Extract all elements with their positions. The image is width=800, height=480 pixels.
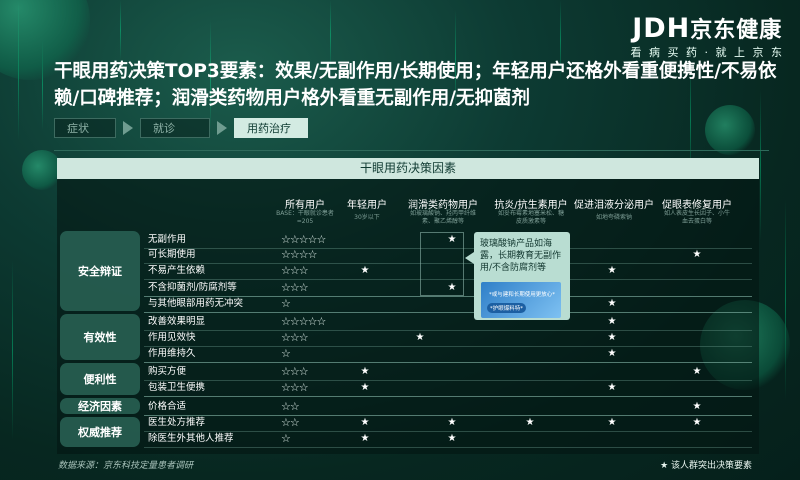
category-economy: 经济因素	[60, 398, 140, 414]
product-caption: *或与建和长期使用更放心*	[489, 292, 556, 298]
highlight-star-icon: ★	[692, 366, 702, 377]
logo-cn: 京东健康	[690, 18, 783, 43]
highlight-star-icon: ★	[447, 433, 457, 444]
row-label: 不含抑菌剂/防腐剂等	[148, 282, 237, 293]
highlight-star-icon: ★	[360, 433, 370, 444]
column-header: 润滑类药物用户	[408, 200, 478, 211]
highlight-star-icon: ★	[360, 382, 370, 393]
star-rating: ☆☆	[281, 416, 300, 429]
row-divider	[144, 330, 752, 331]
highlight-star-icon: ★	[607, 417, 617, 428]
column-subtitle: 如地夸磷索钠	[595, 214, 632, 221]
row-divider	[144, 396, 752, 397]
row-label: 价格合适	[148, 401, 187, 412]
decorative-orb	[22, 150, 62, 190]
star-rating: ☆	[281, 347, 291, 360]
decorative-orb	[705, 105, 755, 155]
journey-steps: 症状 就诊 用药治疗	[54, 118, 308, 138]
star-rating: ☆☆☆	[281, 331, 309, 344]
highlight-star-icon: ★	[360, 417, 370, 428]
highlight-star-icon: ★	[692, 417, 702, 428]
data-source: 数据来源：京东科技定量患者调研	[58, 461, 194, 471]
callout-pointer	[465, 252, 474, 264]
star-rating: ☆	[281, 432, 291, 445]
step-arrow-icon	[123, 121, 133, 135]
star-rating: ☆☆☆☆☆	[281, 233, 326, 246]
row-label: 可长期使用	[148, 249, 196, 260]
highlight-star-icon: ★	[692, 249, 702, 260]
logo-text: JDH	[632, 13, 691, 44]
column-subtitle: 30岁以下	[354, 214, 380, 221]
row-label: 包装卫生便携	[148, 382, 206, 393]
highlight-box	[420, 232, 464, 296]
star-rating: ☆☆☆	[281, 281, 309, 294]
highlight-star-icon: ★	[525, 417, 535, 428]
highlight-star-icon: ★	[607, 332, 617, 343]
product-badge: *护眼爆料特*	[487, 303, 527, 313]
row-label: 无副作用	[148, 234, 187, 245]
star-rating: ☆	[281, 297, 291, 310]
row-divider	[144, 362, 752, 363]
step-arrow-icon	[217, 121, 227, 135]
highlight-star-icon: ★	[607, 348, 617, 359]
page-title: 干眼用药决策TOP3要素：效果/无副作用/长期使用；年轻用户还格外看重便携性/不…	[54, 61, 777, 109]
star-rating: ☆☆☆☆	[281, 248, 317, 261]
highlight-star-icon: ★	[607, 298, 617, 309]
column-header: 促进泪液分泌用户	[574, 200, 654, 211]
row-label: 购买方便	[148, 366, 187, 377]
category-efficacy: 有效性	[60, 314, 140, 360]
highlight-star-icon: ★	[607, 265, 617, 276]
star-rating: ☆☆☆	[281, 365, 309, 378]
step-medication: 用药治疗	[234, 118, 308, 138]
column-subtitle: BASE：干眼就诊患者=205	[276, 210, 334, 225]
category-convenience: 便利性	[60, 363, 140, 395]
column-header: 抗炎/抗生素用户	[494, 200, 568, 211]
highlight-star-icon: ★	[607, 316, 617, 327]
step-symptom: 症状	[54, 118, 116, 138]
table-title: 干眼用药决策因素	[57, 158, 759, 179]
category-authority: 权威推荐	[60, 417, 140, 447]
highlight-star-icon: ★	[692, 401, 702, 412]
column-subtitle: 如人表皮生长因子、小牛血去蛋白等	[663, 210, 730, 225]
row-divider	[144, 346, 752, 347]
divider	[54, 150, 769, 151]
column-subtitle: 如妥布霉素地塞米松、糖皮质激素等	[497, 210, 564, 225]
star-rating: ☆☆	[281, 400, 300, 413]
highlight-star-icon: ★	[360, 366, 370, 377]
star-rating: ☆☆☆☆☆	[281, 315, 326, 328]
column-subtitle: 如玻璃酸钠、羟丙甲纤维素、聚乙烯醇等	[409, 210, 476, 225]
star-rating: ☆☆☆	[281, 264, 309, 277]
star-rating: ☆☆☆	[281, 381, 309, 394]
callout-text: 玻璃酸钠产品如海露，长期教育无副作用/不含防腐剂等	[480, 239, 562, 273]
row-label: 除医生外其他人推荐	[148, 433, 234, 444]
highlight-star-icon: ★	[607, 382, 617, 393]
jdh-logo: JDH京东健康 看 病 买 药 · 就 上 京 东	[631, 12, 784, 60]
row-label: 作用见效快	[148, 332, 196, 343]
highlight-star-icon: ★	[447, 417, 457, 428]
row-label: 与其他眼部用药无冲突	[148, 298, 244, 309]
highlight-star-icon: ★	[415, 332, 425, 343]
row-label: 改善效果明显	[148, 316, 206, 327]
category-safety: 安全辩证	[60, 231, 140, 311]
row-divider	[144, 380, 752, 381]
row-divider	[144, 312, 752, 313]
legend-note: ★ 该人群突出决策要素	[660, 461, 752, 471]
row-label: 医生处方推荐	[148, 417, 206, 428]
row-label: 作用维持久	[148, 348, 196, 359]
row-divider	[144, 447, 752, 448]
highlight-star-icon: ★	[360, 265, 370, 276]
row-label: 不易产生依赖	[148, 265, 206, 276]
step-visit: 就诊	[140, 118, 210, 138]
column-header: 促眼表修复用户	[662, 200, 732, 211]
